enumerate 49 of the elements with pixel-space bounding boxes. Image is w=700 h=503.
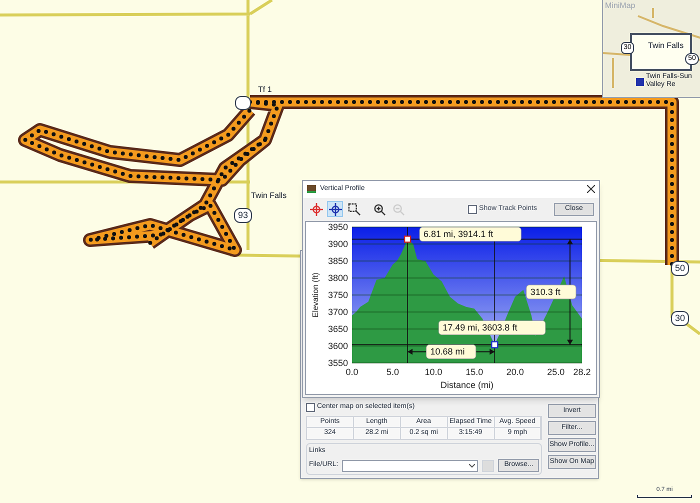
shield-icon — [235, 96, 251, 110]
x-tick-label: 15.0 — [466, 367, 484, 377]
y-tick-label: 3700 — [328, 307, 348, 317]
place-label: Tf 1 — [258, 84, 272, 96]
x-tick-label: 25.0 — [547, 367, 565, 377]
zoom-in-icon — [372, 202, 386, 216]
dropdown-caret-icon — [469, 464, 476, 468]
route-shield: 50 — [671, 261, 689, 276]
app-icon — [307, 185, 316, 194]
height-callout: 310.3 ft — [526, 284, 576, 300]
tool-button[interactable] — [327, 201, 343, 218]
value-callout: 17.49 mi, 3603.8 ft — [438, 320, 546, 335]
point-marker — [491, 341, 498, 348]
annotation: 17.49 mi, 3603.8 ft — [442, 322, 518, 333]
x-axis-title: Distance (mi) — [440, 380, 494, 390]
place-label: Twin Falls — [251, 190, 287, 202]
y-tick-label: 3950 — [328, 222, 348, 232]
checkbox[interactable] — [306, 402, 315, 412]
tool-button[interactable] — [371, 201, 387, 218]
y-tick-label: 3750 — [328, 290, 348, 300]
route-shield: 30 — [671, 311, 689, 326]
y-tick-label: 3900 — [328, 239, 348, 249]
minimap-label: Twin Falls — [648, 40, 684, 52]
value-callout: 6.81 mi, 3914.1 ft — [419, 226, 522, 242]
y-axis-title: Elevation (ft) — [311, 272, 320, 318]
x-tick-label: 10.0 — [424, 367, 442, 377]
close-icon[interactable] — [587, 185, 595, 194]
y-tick-label: 3800 — [328, 273, 348, 283]
point-marker — [404, 236, 412, 243]
y-tick-label: 3650 — [328, 324, 348, 334]
scale-bar — [637, 495, 692, 498]
x-tick-label: 5.0 — [386, 367, 400, 377]
route-shield: 93 — [234, 208, 252, 223]
y-tick-label: 3850 — [328, 256, 348, 266]
checkbox[interactable] — [468, 204, 478, 214]
crosshair-icon — [310, 202, 322, 216]
url-field[interactable] — [342, 460, 478, 472]
crosshair-icon — [328, 202, 342, 216]
x-tick-label: 28.2 — [573, 367, 591, 377]
y-tick-label: 3550 — [328, 358, 348, 368]
x-tick-label: 0.0 — [346, 367, 358, 377]
zoom-out-icon — [392, 202, 404, 216]
x-tick-label: 20.0 — [506, 367, 524, 377]
tool-button[interactable] — [346, 201, 362, 218]
minimap-title: MiniMap — [605, 0, 636, 12]
y-tick-label: 3600 — [328, 341, 348, 351]
annotation: 6.81 mi, 3914.1 ft — [424, 229, 494, 240]
zoom-box-icon — [348, 202, 360, 216]
distance-callout: 10.68 mi — [426, 344, 476, 359]
